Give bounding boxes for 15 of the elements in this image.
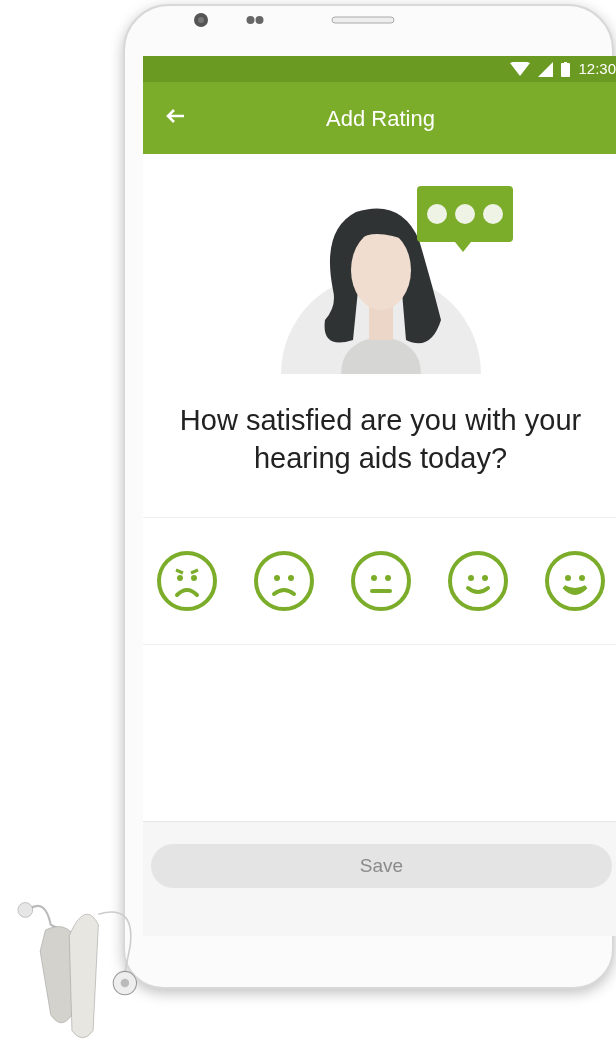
back-arrow-icon[interactable] (165, 108, 185, 124)
speaker-grille-icon (331, 16, 395, 24)
rating-face-button[interactable] (446, 549, 510, 614)
battery-icon (561, 61, 571, 77)
rating-face-button[interactable] (252, 549, 316, 614)
rating-face-button[interactable] (155, 549, 219, 614)
question-text: How satisfied are you with your hearing aids today? (178, 403, 583, 476)
rating-face-button[interactable] (349, 549, 413, 614)
rating-face-button[interactable] (543, 549, 607, 614)
front-camera-icon (193, 12, 209, 28)
screen-title: Add Rating (326, 104, 435, 133)
status-time: 12:30 (578, 58, 616, 79)
signal-icon (538, 61, 554, 77)
wifi-icon (510, 62, 531, 76)
sensor-icon (246, 15, 264, 25)
